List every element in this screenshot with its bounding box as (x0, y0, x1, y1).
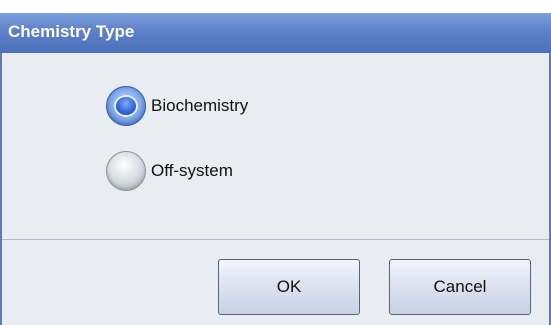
ok-button[interactable]: OK (218, 259, 360, 315)
button-area-divider (2, 239, 549, 240)
dialog-titlebar: Chemistry Type (0, 13, 551, 53)
radio-label-biochemistry: Biochemistry (151, 96, 249, 115)
dialog-title: Chemistry Type (8, 22, 135, 41)
radio-option-off-system[interactable]: Off-system (106, 151, 233, 191)
radio-button-biochemistry[interactable] (106, 86, 146, 126)
cancel-button[interactable]: Cancel (389, 259, 531, 315)
background-window-title-fragment (0, 0, 551, 10)
radio-button-off-system[interactable] (106, 151, 146, 191)
radio-option-biochemistry[interactable]: Biochemistry (106, 86, 248, 126)
radio-label-off-system: Off-system (151, 161, 233, 180)
chemistry-type-dialog: Chemistry Type Biochemistry Off-system O… (0, 13, 551, 325)
radio-selected-dot (116, 97, 136, 115)
